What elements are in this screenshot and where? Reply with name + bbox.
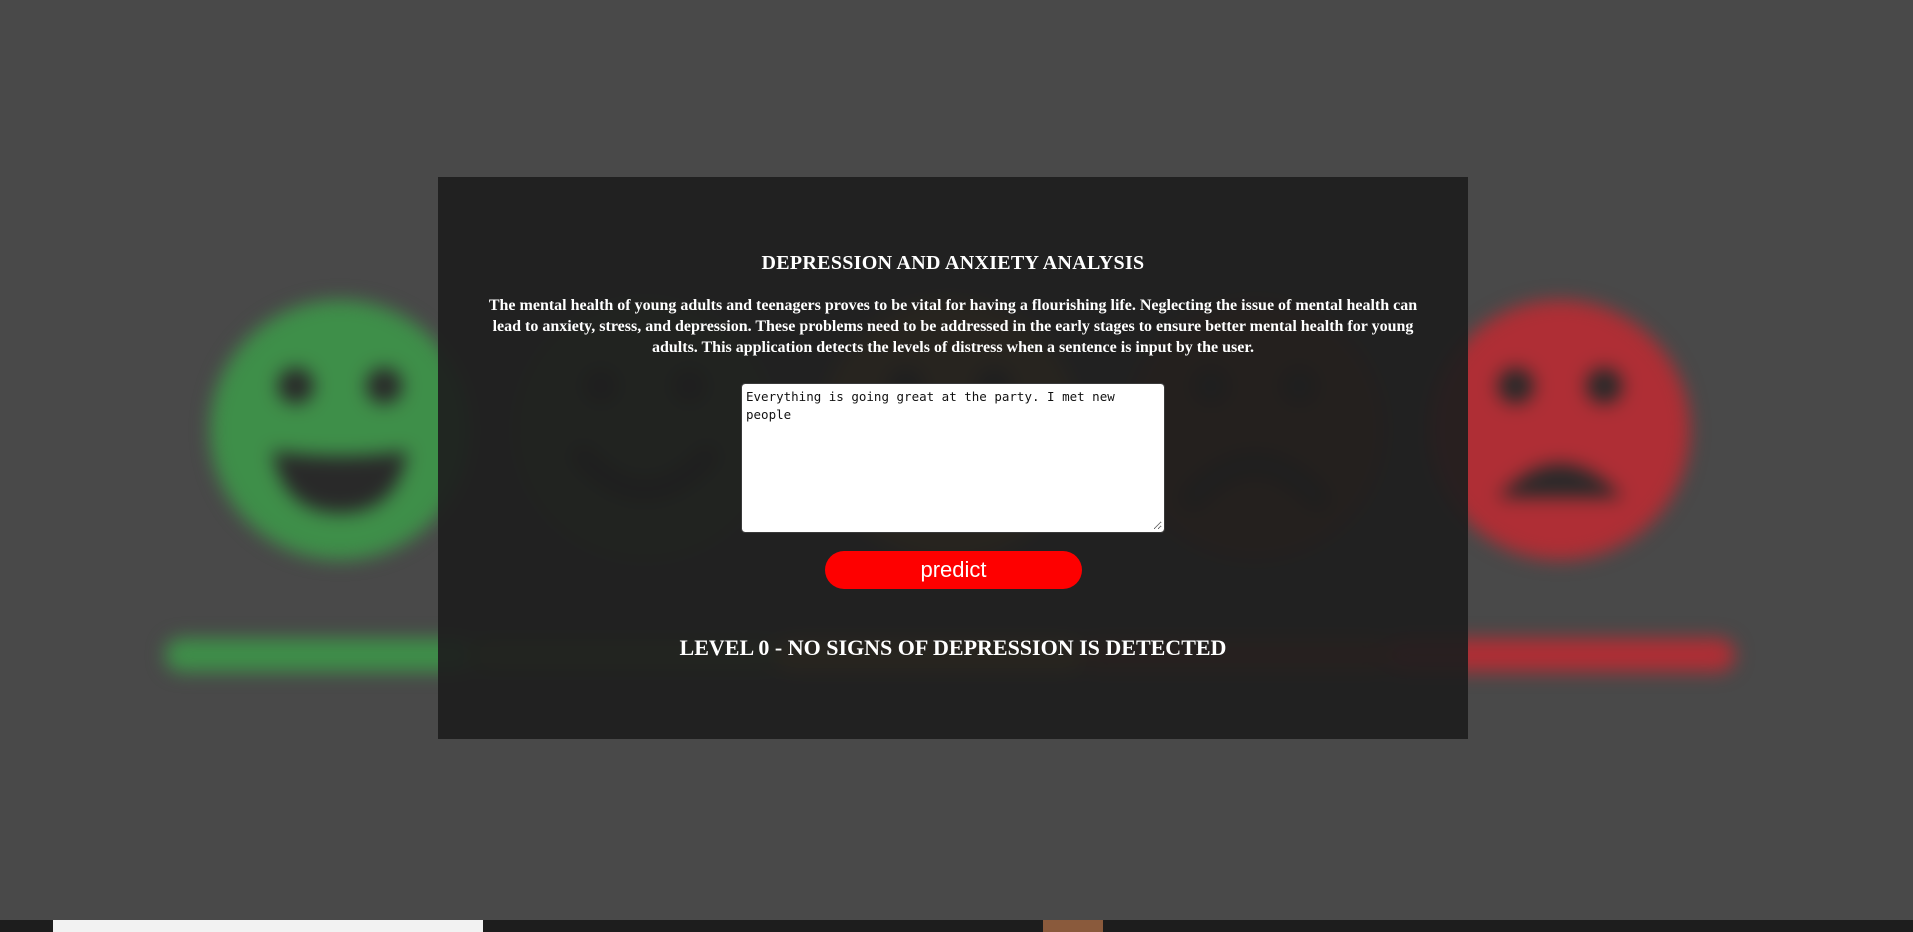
bottom-strip-segment bbox=[53, 920, 483, 932]
page: DEPRESSION AND ANXIETY ANALYSIS The ment… bbox=[0, 0, 1913, 932]
analysis-panel: DEPRESSION AND ANXIETY ANALYSIS The ment… bbox=[438, 177, 1468, 739]
page-title: DEPRESSION AND ANXIETY ANALYSIS bbox=[761, 252, 1145, 274]
sentence-input[interactable] bbox=[741, 383, 1165, 533]
prediction-result: LEVEL 0 - NO SIGNS OF DEPRESSION IS DETE… bbox=[679, 635, 1227, 660]
bottom-strip-segment bbox=[1043, 920, 1103, 932]
predict-button[interactable]: predict bbox=[825, 551, 1082, 589]
bottom-strip bbox=[0, 920, 1913, 932]
app-description: The mental health of young adults and te… bbox=[488, 297, 1418, 356]
